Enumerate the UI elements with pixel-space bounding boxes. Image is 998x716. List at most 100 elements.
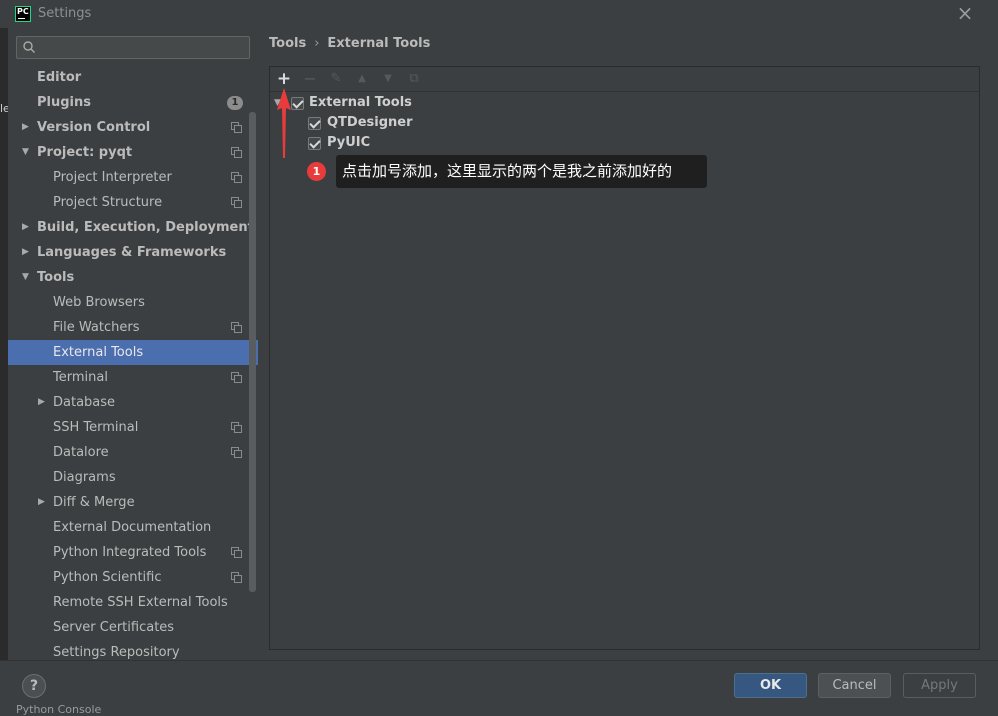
dialog-footer: ? OK Cancel Apply xyxy=(0,660,998,716)
tool-group-label: External Tools xyxy=(309,95,412,110)
collapsed-arrow-icon[interactable]: ▶ xyxy=(38,490,48,515)
close-button[interactable]: × xyxy=(956,3,974,23)
background-python-console: Python Console xyxy=(16,703,102,716)
sidebar-item[interactable]: Project Structure xyxy=(8,190,258,215)
cancel-button[interactable]: Cancel xyxy=(818,673,891,698)
sidebar-item[interactable]: Server Certificates xyxy=(8,615,258,640)
sidebar-item[interactable]: ▶ Diff & Merge xyxy=(8,490,258,515)
breadcrumb-parent[interactable]: Tools xyxy=(269,36,306,51)
project-level-icon xyxy=(231,322,242,333)
tool-item-checkbox[interactable] xyxy=(308,137,321,150)
sidebar-item[interactable]: External Tools xyxy=(8,340,258,365)
sidebar-item-label: SSH Terminal xyxy=(53,420,139,435)
annotation-step-badge: 1 xyxy=(307,162,326,181)
sidebar-item-label: Python Integrated Tools xyxy=(53,545,207,560)
sidebar-item[interactable]: File Watchers xyxy=(8,315,258,340)
sidebar-item-label: File Watchers xyxy=(53,320,140,335)
update-count-badge: 1 xyxy=(227,96,243,110)
sidebar-item[interactable]: External Documentation xyxy=(8,515,258,540)
sidebar-item[interactable]: Diagrams xyxy=(8,465,258,490)
sidebar-item[interactable]: Plugins 1 xyxy=(8,90,258,115)
sidebar-item[interactable]: Datalore xyxy=(8,440,258,465)
tools-toolbar: + − ✎ ▲ ▼ ⧉ xyxy=(270,67,979,92)
sidebar-item[interactable]: Remote SSH External Tools xyxy=(8,590,258,615)
project-level-icon xyxy=(231,197,242,208)
ok-button[interactable]: OK xyxy=(734,673,807,698)
sidebar-item-label: Version Control xyxy=(37,120,151,135)
move-down-button[interactable]: ▼ xyxy=(378,69,398,89)
sidebar-item[interactable]: Python Scientific xyxy=(8,565,258,590)
sidebar-item-label: Web Browsers xyxy=(53,295,145,310)
breadcrumb-separator: › xyxy=(314,36,320,51)
collapsed-arrow-icon[interactable]: ▶ xyxy=(22,215,32,240)
copy-tool-button[interactable]: ⧉ xyxy=(404,69,424,89)
project-level-icon xyxy=(231,547,242,558)
sidebar-item[interactable]: SSH Terminal xyxy=(8,415,258,440)
sidebar-item[interactable]: Editor xyxy=(8,65,258,90)
sidebar-item-label: Python Scientific xyxy=(53,570,162,585)
sidebar-item-label: Build, Execution, Deployment xyxy=(37,220,254,235)
sidebar-item-label: Project Structure xyxy=(53,195,163,210)
search-icon xyxy=(23,41,35,53)
sidebar-item-label: Diff & Merge xyxy=(53,495,135,510)
sidebar-item-label: Diagrams xyxy=(53,470,116,485)
search-field[interactable] xyxy=(16,36,250,59)
sidebar-item[interactable]: Project Interpreter xyxy=(8,165,258,190)
annotation-callout: 点击加号添加，这里显示的两个是我之前添加好的 xyxy=(336,155,707,188)
sidebar-item[interactable]: Python Integrated Tools xyxy=(8,540,258,565)
main-panel: Tools › External Tools + − ✎ ▲ ▼ ⧉ ▼ Exter… xyxy=(258,28,998,660)
help-button[interactable]: ? xyxy=(22,674,46,698)
collapsed-arrow-icon[interactable]: ▶ xyxy=(38,390,48,415)
sidebar-item-label: Remote SSH External Tools xyxy=(53,595,228,610)
sidebar-item-label: External Documentation xyxy=(53,520,212,535)
sidebar-item[interactable]: ▼ Project: pyqt xyxy=(8,140,258,165)
external-tools-panel: + − ✎ ▲ ▼ ⧉ ▼ External Tools QTDesigner … xyxy=(269,66,980,650)
background-editor-fragment: le xyxy=(0,102,8,115)
tool-item-label: PyUIC xyxy=(327,135,371,150)
tool-item-checkbox[interactable] xyxy=(308,117,321,130)
settings-sidebar: Editor Plugins 1 ▶ Version Control ▼ Project: … xyxy=(8,28,258,660)
group-checkbox[interactable] xyxy=(291,97,304,110)
sidebar-item-label: Project Interpreter xyxy=(53,170,172,185)
sidebar-item-label: Terminal xyxy=(53,370,108,385)
sidebar-item[interactable]: ▶ Database xyxy=(8,390,258,415)
sidebar-item[interactable]: Web Browsers xyxy=(8,290,258,315)
sidebar-item[interactable]: ▶ Version Control xyxy=(8,115,258,140)
sidebar-item-label: Database xyxy=(53,395,116,410)
annotation-arrow-icon xyxy=(277,88,291,158)
breadcrumb: Tools › External Tools xyxy=(269,36,430,51)
add-tool-button[interactable]: + xyxy=(274,69,294,89)
sidebar-item[interactable]: ▶ Languages & Frameworks xyxy=(8,240,258,265)
pycharm-logo-icon: PC xyxy=(15,6,31,22)
project-level-icon xyxy=(231,447,242,458)
collapsed-arrow-icon[interactable]: ▶ xyxy=(22,115,32,140)
sidebar-item[interactable]: Settings Repository xyxy=(8,640,258,660)
apply-button[interactable]: Apply xyxy=(903,673,976,698)
remove-tool-button[interactable]: − xyxy=(300,69,320,89)
project-level-icon xyxy=(231,422,242,433)
title-bar: PC Settings × xyxy=(0,0,998,28)
sidebar-item[interactable]: Terminal xyxy=(8,365,258,390)
sidebar-item[interactable]: ▶ Build, Execution, Deployment xyxy=(8,215,258,240)
sidebar-item[interactable]: ▼ Tools xyxy=(8,265,258,290)
project-level-icon xyxy=(231,122,242,133)
tool-item-label: QTDesigner xyxy=(327,115,413,130)
window-title: Settings xyxy=(38,6,92,21)
sidebar-item-label: Datalore xyxy=(53,445,109,460)
move-up-button[interactable]: ▲ xyxy=(352,69,372,89)
sidebar-item-label: Languages & Frameworks xyxy=(37,245,227,260)
breadcrumb-current: External Tools xyxy=(327,36,431,51)
sidebar-item-label: Project: pyqt xyxy=(37,145,133,160)
project-level-icon xyxy=(231,372,242,383)
project-level-icon xyxy=(231,572,242,583)
sidebar-item-label: Editor xyxy=(37,70,82,85)
collapsed-arrow-icon[interactable]: ▶ xyxy=(22,240,32,265)
sidebar-item-label: Settings Repository xyxy=(53,645,180,660)
expanded-arrow-icon[interactable]: ▼ xyxy=(22,265,32,290)
search-input[interactable] xyxy=(39,39,244,56)
sidebar-scrollbar[interactable] xyxy=(249,112,256,592)
project-level-icon xyxy=(231,147,242,158)
sidebar-item-label: External Tools xyxy=(53,345,144,360)
expanded-arrow-icon[interactable]: ▼ xyxy=(22,140,32,165)
edit-tool-button[interactable]: ✎ xyxy=(326,69,346,89)
